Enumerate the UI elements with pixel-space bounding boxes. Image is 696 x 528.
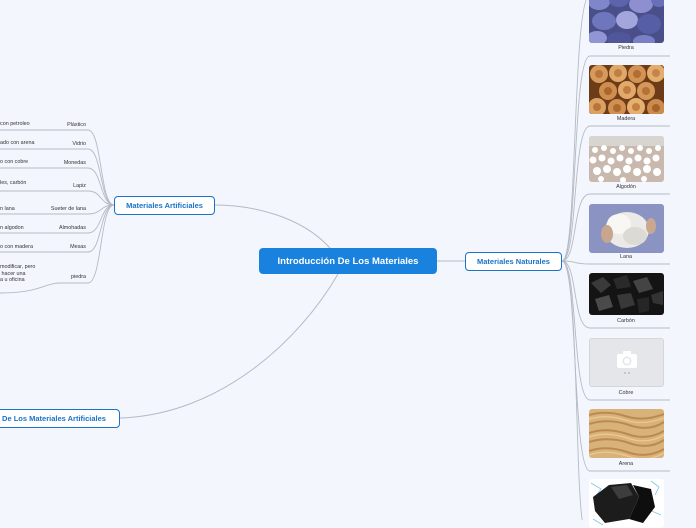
subtopic-description: o con cobre [0,159,29,165]
subtopic-lapiz[interactable]: Lapiz [20,183,86,189]
subtopic-description: modificar, pero hacer una a u oficina [0,264,36,284]
topic-materiales-naturales[interactable]: Materiales Naturales [465,252,562,271]
subtopic-cobre[interactable]: Cobre [588,390,664,396]
rock-image[interactable] [589,479,664,528]
coal-image[interactable] [589,273,664,315]
image-placeholder[interactable] [589,338,664,387]
logs-image[interactable] [589,65,664,114]
camera-icon [617,351,637,374]
root-topic-label: Introducción De Los Materiales [277,255,419,267]
cotton-image[interactable] [589,136,664,182]
subtopic-madera[interactable]: Madera [588,116,664,122]
subtopic-description: ado con arena [0,140,35,146]
subtopic-description: o con madera [0,244,33,250]
topic-label: Materiales Artificiales [126,201,203,210]
subtopic-arena[interactable]: Arena [588,461,664,467]
subtopic-lana[interactable]: Lana [588,254,664,260]
topic-label: Materiales Naturales [477,257,550,266]
subtopic-description: con petroleo [0,121,30,127]
topic-de-los-materiales-artificiales[interactable]: De Los Materiales Artificiales [0,409,120,428]
subtopic-plastico[interactable]: Plástico [20,122,86,128]
subtopic-algodon[interactable]: Algodón [588,184,664,190]
wool-image[interactable] [589,204,664,253]
sand-image[interactable] [589,409,664,458]
subtopic-piedra-natural[interactable]: Piedra [588,45,664,51]
subtopic-description: les, carbón [0,180,27,186]
subtopic-carbon[interactable]: Carbón [588,318,664,324]
subtopic-description: n lana [0,206,15,212]
subtopic-sueter-de-lana[interactable]: Sueter de lana [20,206,86,212]
subtopic-description: n algodon [0,225,24,231]
topic-label: De Los Materiales Artificiales [2,414,106,423]
topic-materiales-artificiales[interactable]: Materiales Artificiales [114,196,215,215]
pebbles-image[interactable] [589,0,664,43]
subtopic-almohadas[interactable]: Almohadas [20,225,86,231]
subtopic-monedas[interactable]: Monedas [20,160,86,166]
root-topic[interactable]: Introducción De Los Materiales [259,248,437,274]
mind-map-canvas: Introducción De Los Materiales Materiale… [0,0,696,528]
